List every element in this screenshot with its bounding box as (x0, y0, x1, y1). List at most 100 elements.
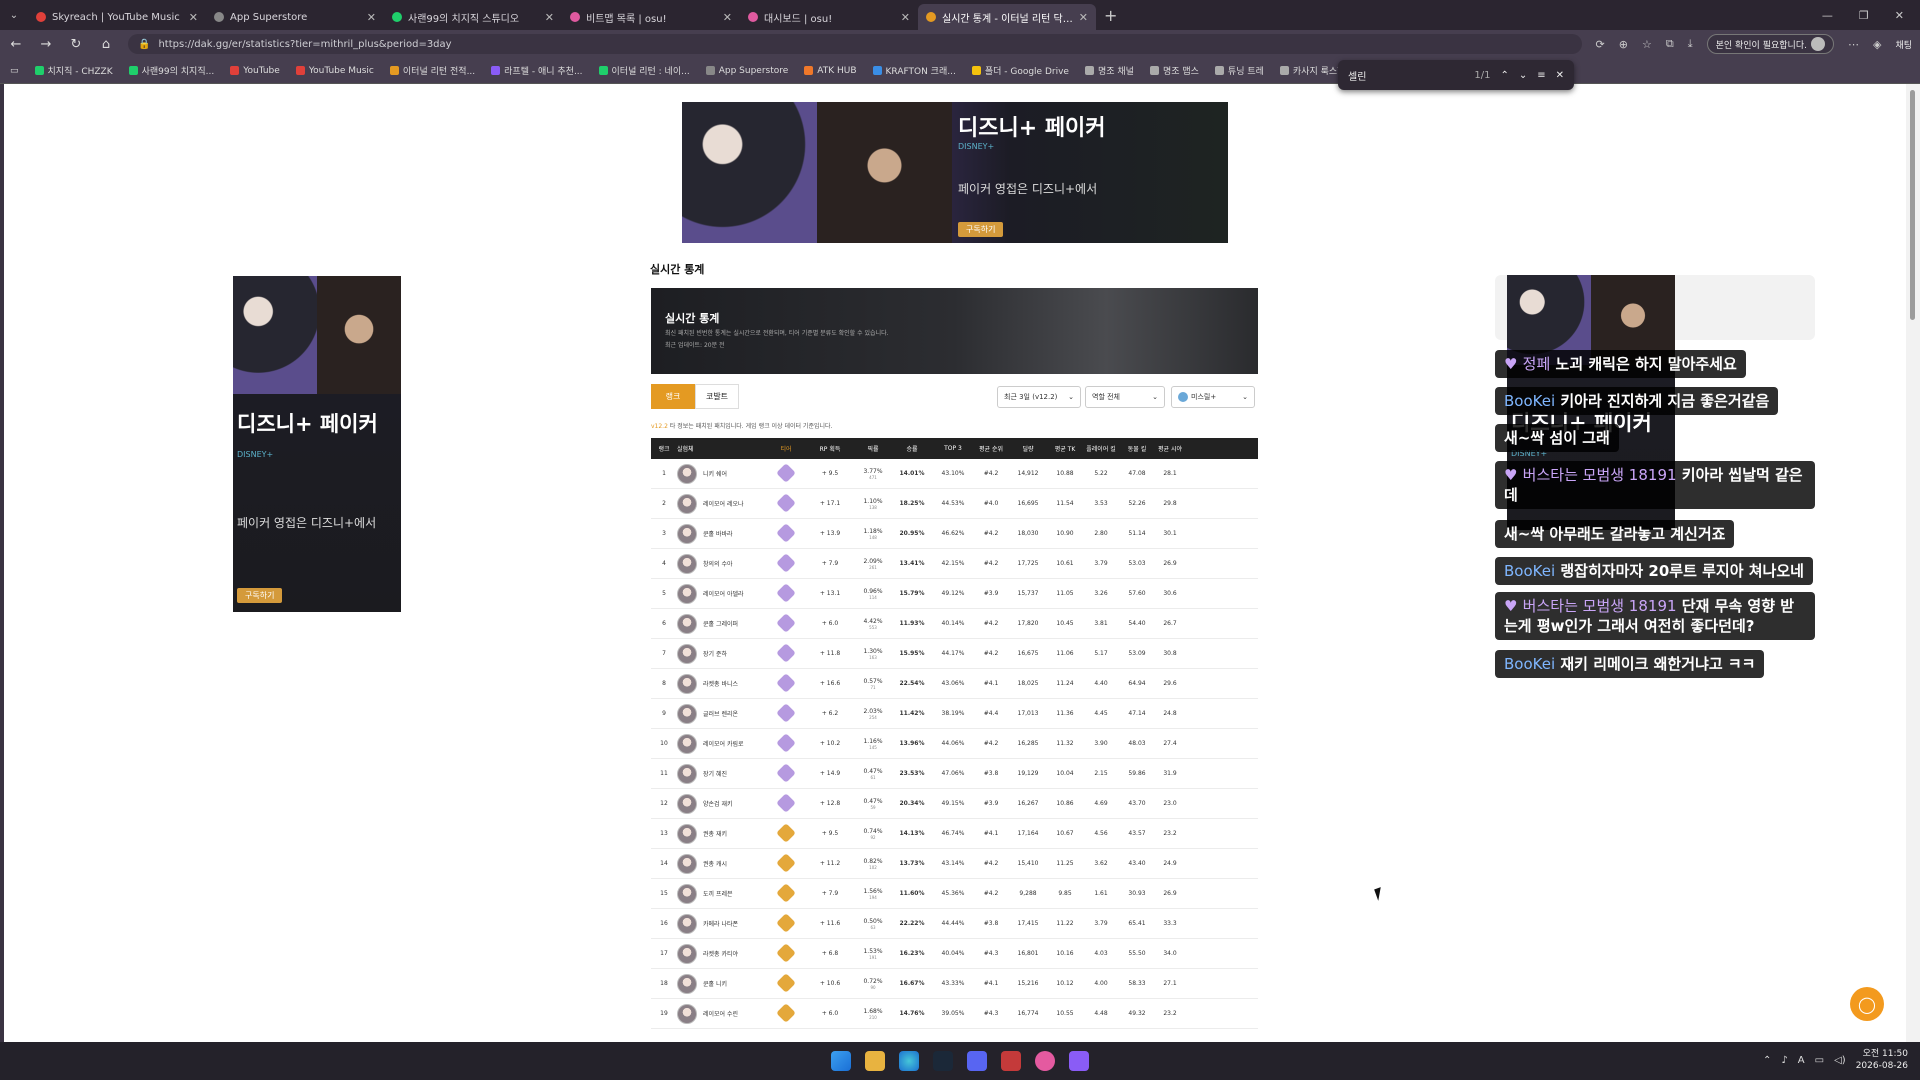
table-row[interactable]: 14 권총 캐시 + 11.2 0.82% 102 13.73% 43.14% #… (651, 849, 1258, 879)
table-row[interactable]: 15 도끼 프레븐 + 7.9 1.56% 194 11.60% 45.36% #… (651, 879, 1258, 909)
help-chat-button[interactable]: ◯ (1850, 987, 1884, 1021)
table-row[interactable]: 1 니키 쉐어 + 9.5 3.77% 471 14.01% 43.10% #4.… (651, 459, 1258, 489)
top-ad-banner[interactable]: 디즈니+ 페이커 DISNEY+ 페이커 영접은 디즈니+에서 구독하기 (682, 102, 1228, 243)
app-icon[interactable] (1069, 1051, 1089, 1071)
ime-icon[interactable]: A (1798, 1055, 1805, 1066)
home-icon[interactable]: ⌂ (98, 37, 114, 52)
find-close-icon[interactable]: ✕ (1556, 70, 1564, 81)
bookmark-item[interactable]: KRAFTON 크래... (872, 64, 956, 77)
osu-icon[interactable] (1035, 1051, 1055, 1071)
column-header[interactable]: 평균 시야 (1155, 444, 1185, 453)
column-header[interactable]: TOP 3 (933, 445, 973, 452)
bookmark-item[interactable]: 치지직 - CHZZK (34, 64, 113, 77)
table-row[interactable]: 10 레이모어 카림로 + 10.2 1.16% 145 13.96% 44.06… (651, 729, 1258, 759)
column-header[interactable]: 랭크 (651, 444, 677, 453)
bookmark-item[interactable]: 이터널 리턴 : 네이... (598, 64, 690, 77)
bookmark-item[interactable]: 명조 맵스 (1149, 64, 1199, 77)
table-row[interactable]: 11 장기 혜진 + 14.9 0.47% 61 23.53% 47.06% #3… (651, 759, 1258, 789)
column-header[interactable]: 픽률 (855, 444, 891, 453)
tab-cobalt[interactable]: 코발트 (695, 384, 739, 409)
period-select[interactable]: 최근 3일 (v12.2) ⌄ (997, 386, 1081, 408)
find-input[interactable]: 셀린 (1348, 68, 1464, 83)
steam-icon[interactable] (933, 1051, 953, 1071)
tab-close-icon[interactable]: ✕ (545, 11, 554, 24)
browser-tab[interactable]: 사랜99의 치지직 스튜디오 ✕ (384, 4, 562, 30)
table-row[interactable]: 6 쿤홀 그레이퍼 + 6.0 4.42% 553 11.93% 40.14% #… (651, 609, 1258, 639)
column-header[interactable]: 딜량 (1009, 444, 1047, 453)
column-header[interactable]: 플레이어 킬 (1083, 444, 1119, 453)
chat-label[interactable]: 채팅 (1895, 38, 1912, 51)
ad-button[interactable]: 구독하기 (958, 222, 1004, 237)
table-row[interactable]: 4 창의의 수아 + 7.9 2.09% 261 13.41% 42.15% #4… (651, 549, 1258, 579)
tab-rank[interactable]: 랭크 (651, 384, 695, 409)
network-icon[interactable]: ▭ (1815, 1055, 1824, 1066)
tab-close-icon[interactable]: ✕ (189, 11, 198, 24)
clock[interactable]: 오전 11:50 2026-08-26 (1856, 1048, 1908, 1072)
browser-tab[interactable]: App Superstore ✕ (206, 4, 384, 30)
downloads-icon[interactable]: ⤓ (1688, 37, 1693, 51)
column-header[interactable]: 승률 (891, 444, 933, 453)
table-row[interactable]: 7 장기 준하 + 11.8 1.30% 163 15.95% 44.17% #4… (651, 639, 1258, 669)
table-row[interactable]: 18 쿤홀 니키 + 10.6 0.72% 90 16.67% 43.33% #4… (651, 969, 1258, 999)
tab-close-icon[interactable]: ✕ (1079, 11, 1088, 24)
back-icon[interactable]: ← (8, 37, 24, 52)
table-row[interactable]: 3 쿤홀 바바라 + 13.9 1.18% 148 20.95% 46.62% #… (651, 519, 1258, 549)
copilot-icon[interactable]: ◈ (1873, 38, 1881, 51)
tab-close-icon[interactable]: ✕ (367, 11, 376, 24)
bookmark-item[interactable]: 사랜99의 치지직... (128, 64, 214, 77)
reading-list-icon[interactable]: ▭ (10, 66, 19, 76)
url-bar[interactable]: 🔒 https://dak.gg/er/statistics?tier=mith… (128, 34, 1582, 54)
windows-start-icon[interactable] (831, 1051, 851, 1071)
favorite-icon[interactable]: ☆ (1642, 38, 1652, 51)
column-header[interactable]: RP 획득 (805, 444, 855, 453)
table-row[interactable]: 17 라켓총 카티야 + 6.8 1.53% 191 16.23% 40.04% … (651, 939, 1258, 969)
tier-select[interactable]: 미스릴+ ⌄ (1171, 386, 1255, 408)
role-select[interactable]: 역할 전체 ⌄ (1085, 386, 1165, 408)
tab-close-icon[interactable]: ✕ (901, 11, 910, 24)
table-row[interactable]: 12 양손검 재키 + 12.8 0.47% 59 20.34% 49.15% #… (651, 789, 1258, 819)
forward-icon[interactable]: → (38, 37, 54, 52)
table-row[interactable]: 16 카메라 나타폰 + 11.6 0.50% 63 22.22% 44.44% … (651, 909, 1258, 939)
bookmark-item[interactable]: YouTube Music (295, 66, 374, 76)
browser-tab[interactable]: Skyreach | YouTube Music ✕ (28, 4, 206, 30)
bookmark-item[interactable]: 이터널 리턴 전적... (389, 64, 475, 77)
tab-close-icon[interactable]: ✕ (723, 11, 732, 24)
table-row[interactable]: 13 권총 재키 + 9.5 0.74% 92 14.13% 46.74% #4.… (651, 819, 1258, 849)
game-launcher-icon[interactable] (1001, 1051, 1021, 1071)
table-row[interactable]: 8 라켓총 바니스 + 16.6 0.57% 71 22.54% 43.06% #… (651, 669, 1258, 699)
bookmark-item[interactable]: 라프텔 - 애니 추천... (491, 64, 583, 77)
bookmark-item[interactable]: 튜닝 트레 (1214, 64, 1264, 77)
table-row[interactable]: 5 레이모어 아델라 + 13.1 0.96% 114 15.79% 49.12%… (651, 579, 1258, 609)
bookmark-item[interactable]: 폴더 - Google Drive (971, 64, 1069, 77)
column-header[interactable]: 평균 순위 (973, 444, 1009, 453)
table-row[interactable]: 19 레이모어 수린 + 6.0 1.68% 210 14.76% 39.05% … (651, 999, 1258, 1029)
find-next-icon[interactable]: ⌄ (1519, 70, 1527, 81)
find-options-icon[interactable]: ≡ (1537, 70, 1545, 81)
close-window-button[interactable]: ✕ (1895, 9, 1904, 22)
discord-icon[interactable] (967, 1051, 987, 1071)
refresh-icon[interactable]: ↻ (68, 37, 84, 52)
extensions-icon[interactable]: ⧉ (1666, 37, 1674, 51)
table-row[interactable]: 2 레이모어 레오나 + 17.1 1.10% 138 18.25% 44.53%… (651, 489, 1258, 519)
column-header[interactable]: 평균 TK (1047, 444, 1083, 453)
column-header[interactable]: 티어 (767, 444, 805, 453)
bookmark-item[interactable]: 명조 채널 (1084, 64, 1134, 77)
browser-tab[interactable]: 대시보드 | osu! ✕ (740, 4, 918, 30)
tray-chevron-icon[interactable]: ⌃ (1763, 1055, 1771, 1066)
volume-icon[interactable]: ◁) (1834, 1055, 1846, 1066)
bookmark-item[interactable]: YouTube (230, 66, 280, 76)
browser-tab[interactable]: 비트맵 목록 | osu! ✕ (562, 4, 740, 30)
minimize-button[interactable]: — (1822, 9, 1833, 22)
tab-list-icon[interactable]: ⌄ (0, 10, 28, 21)
mic-icon[interactable]: ♪ (1781, 1055, 1787, 1066)
ad-button[interactable]: 구독하기 (237, 588, 283, 603)
column-header[interactable]: 동물 킬 (1119, 444, 1155, 453)
translate-icon[interactable]: ⟳ (1596, 38, 1605, 51)
restore-button[interactable]: ❐ (1859, 9, 1869, 22)
bookmark-item[interactable]: ATK HUB (804, 66, 857, 76)
scrollbar-thumb[interactable] (1910, 90, 1915, 320)
column-header[interactable]: 실험체 (677, 444, 767, 453)
find-prev-icon[interactable]: ⌃ (1500, 70, 1508, 81)
edge-icon[interactable] (899, 1051, 919, 1071)
browser-tab[interactable]: 실시간 통계 - 이터널 리턴 닥지지 ✕ (918, 4, 1096, 30)
